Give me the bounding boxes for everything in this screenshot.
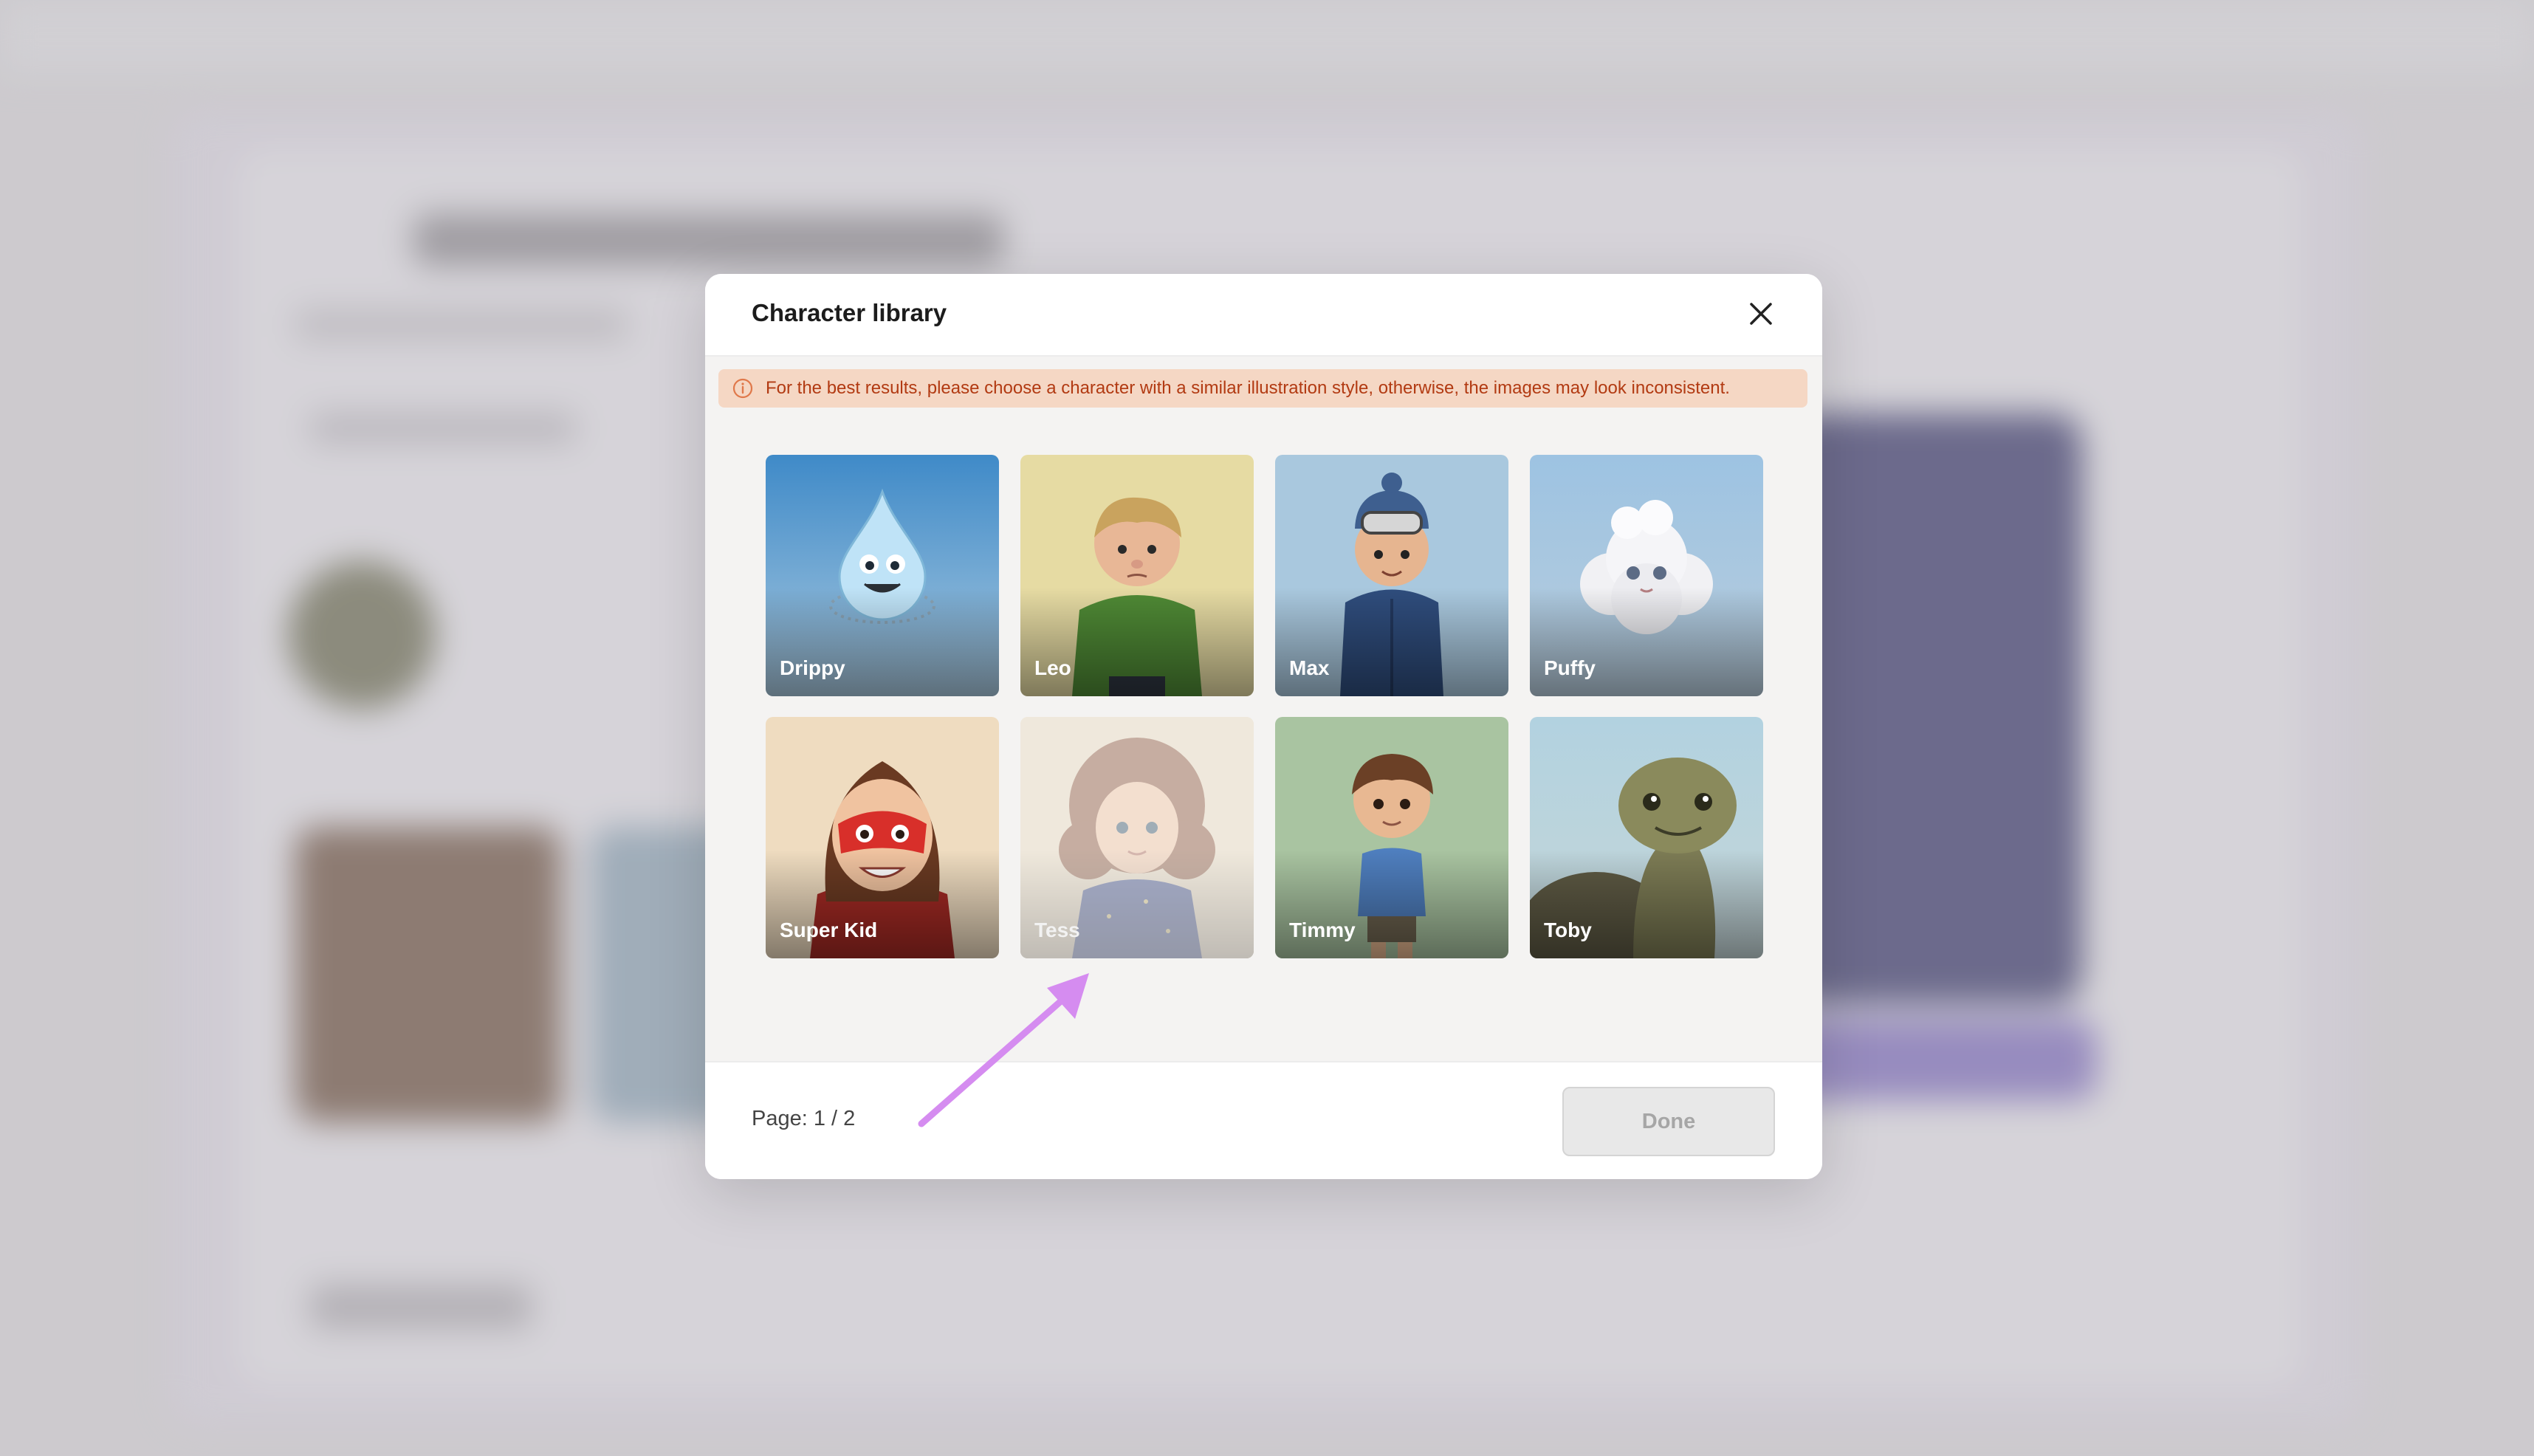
dialog-title: Character library [752, 299, 947, 326]
page-indicator: Page: 1 / 2 [752, 1107, 856, 1130]
character-card-leo[interactable]: Leo [1020, 455, 1254, 696]
character-card-drippy[interactable]: Drippy [766, 455, 999, 696]
character-card-puffy[interactable]: Puffy [1530, 455, 1763, 696]
style-warning-text: For the best results, please choose a ch… [766, 378, 1730, 398]
character-name: Leo [1034, 656, 1071, 679]
character-name: Toby [1544, 918, 1592, 941]
character-card-toby[interactable]: Toby [1530, 717, 1763, 958]
style-warning-banner: For the best results, please choose a ch… [718, 369, 1807, 408]
info-icon [732, 378, 753, 399]
annotation-arrow [918, 973, 1089, 1127]
dialog-header: Character library [705, 274, 1822, 357]
character-library-dialog: Character library For the best results, … [705, 274, 1822, 1179]
character-name: Puffy [1544, 656, 1596, 679]
character-name: Super Kid [780, 918, 878, 941]
close-icon [1750, 303, 1772, 325]
character-name: Drippy [780, 656, 845, 679]
character-card-super-kid[interactable]: Super Kid [766, 717, 999, 958]
character-name: Tess [1034, 918, 1080, 941]
dialog-footer: Page: 1 / 2 Done [705, 1061, 1822, 1179]
character-card-max[interactable]: Max [1275, 455, 1508, 696]
close-button[interactable] [1745, 298, 1776, 329]
character-name: Timmy [1289, 918, 1356, 941]
done-button[interactable]: Done [1562, 1087, 1775, 1156]
character-name: Max [1289, 656, 1330, 679]
dialog-body: For the best results, please choose a ch… [705, 357, 1822, 1179]
character-grid: Drippy Leo Max Puffy Super Kid Tess Timm… [766, 455, 1764, 958]
character-card-tess[interactable]: Tess [1020, 717, 1254, 958]
character-card-timmy[interactable]: Timmy [1275, 717, 1508, 958]
